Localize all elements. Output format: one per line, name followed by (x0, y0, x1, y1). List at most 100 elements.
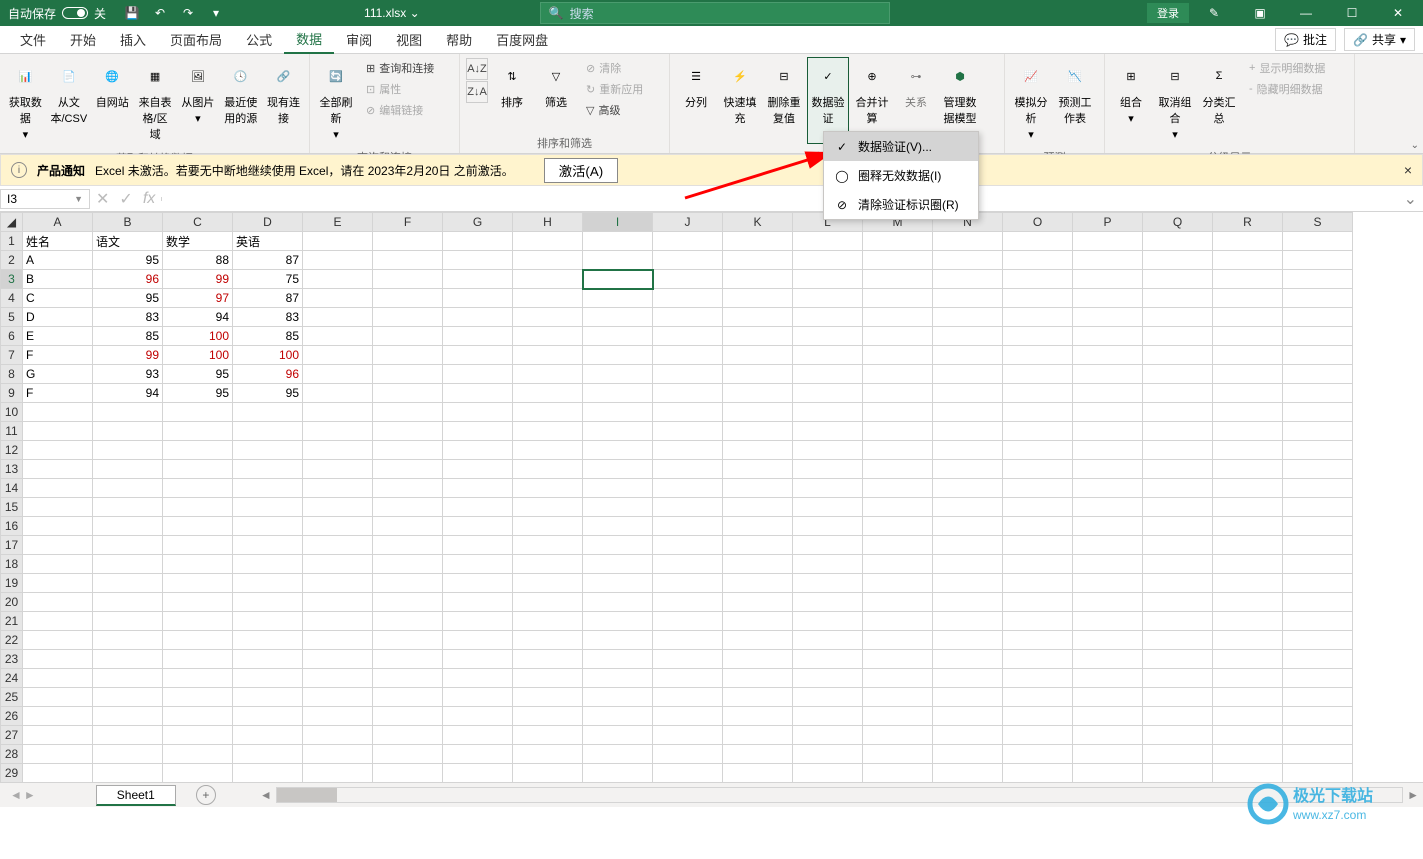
cell[interactable] (1283, 555, 1353, 574)
cell[interactable] (863, 517, 933, 536)
cell[interactable] (933, 270, 1003, 289)
cell[interactable] (93, 498, 163, 517)
column-header[interactable]: G (443, 213, 513, 232)
cell[interactable] (653, 327, 723, 346)
cell[interactable] (1283, 403, 1353, 422)
column-header[interactable]: E (303, 213, 373, 232)
cell[interactable]: 85 (93, 327, 163, 346)
cell[interactable]: 姓名 (23, 232, 93, 251)
scroll-left-icon[interactable]: ◄ (256, 788, 276, 802)
cell[interactable] (233, 536, 303, 555)
cell[interactable] (373, 517, 443, 536)
cell[interactable] (583, 612, 653, 631)
cell[interactable] (1213, 479, 1283, 498)
cell[interactable] (303, 422, 373, 441)
cell[interactable] (583, 403, 653, 422)
cell[interactable] (723, 384, 793, 403)
text-to-columns-button[interactable]: ☰分列 (676, 58, 716, 112)
cell[interactable] (1143, 745, 1213, 764)
cell[interactable] (1143, 403, 1213, 422)
cell[interactable] (653, 498, 723, 517)
cell[interactable] (443, 764, 513, 783)
cell[interactable] (933, 403, 1003, 422)
cell[interactable] (933, 365, 1003, 384)
cell[interactable] (1283, 460, 1353, 479)
cell[interactable] (863, 650, 933, 669)
cell[interactable] (1213, 745, 1283, 764)
cell[interactable] (303, 441, 373, 460)
cell[interactable] (373, 460, 443, 479)
cell[interactable] (1143, 441, 1213, 460)
cell[interactable] (1283, 650, 1353, 669)
cell[interactable] (303, 593, 373, 612)
cell[interactable] (933, 707, 1003, 726)
cell[interactable] (1143, 593, 1213, 612)
cell[interactable] (93, 555, 163, 574)
tab-insert[interactable]: 插入 (108, 26, 158, 53)
cell[interactable] (653, 726, 723, 745)
cell[interactable] (23, 726, 93, 745)
cell[interactable] (793, 555, 863, 574)
row-header[interactable]: 27 (1, 726, 23, 745)
cell[interactable] (583, 555, 653, 574)
cell[interactable]: 英语 (233, 232, 303, 251)
cell[interactable] (1073, 460, 1143, 479)
cell[interactable] (373, 726, 443, 745)
cell[interactable] (1143, 764, 1213, 783)
cell[interactable] (233, 688, 303, 707)
cell[interactable] (723, 593, 793, 612)
cell[interactable] (443, 574, 513, 593)
sort-az-button[interactable]: A↓Z (466, 58, 488, 80)
cell[interactable] (23, 460, 93, 479)
cell[interactable] (443, 650, 513, 669)
cell[interactable] (163, 612, 233, 631)
cell[interactable]: 99 (93, 346, 163, 365)
cell[interactable] (1003, 669, 1073, 688)
consolidate-button[interactable]: ⊕合并计算 (852, 58, 892, 128)
cell[interactable] (23, 479, 93, 498)
cell[interactable] (233, 574, 303, 593)
cell[interactable] (1003, 327, 1073, 346)
cell[interactable]: E (23, 327, 93, 346)
cell[interactable] (1213, 289, 1283, 308)
cell[interactable] (1073, 707, 1143, 726)
cell[interactable] (793, 232, 863, 251)
cell[interactable] (233, 479, 303, 498)
cell[interactable] (583, 232, 653, 251)
row-header[interactable]: 12 (1, 441, 23, 460)
row-header[interactable]: 5 (1, 308, 23, 327)
cell[interactable] (443, 555, 513, 574)
cell[interactable] (1283, 270, 1353, 289)
cell[interactable]: 83 (233, 308, 303, 327)
cell[interactable] (1213, 498, 1283, 517)
comments-button[interactable]: 💬批注 (1275, 28, 1336, 51)
cell[interactable] (933, 555, 1003, 574)
cell[interactable] (1073, 232, 1143, 251)
cell[interactable] (723, 707, 793, 726)
cell[interactable] (513, 346, 583, 365)
ribbon-display-icon[interactable]: ▣ (1239, 0, 1281, 26)
cell[interactable] (93, 574, 163, 593)
forecast-button[interactable]: 📉预测工作表 (1055, 58, 1095, 128)
cell[interactable]: F (23, 346, 93, 365)
recent-sources-button[interactable]: 🕓最近使用的源 (221, 58, 260, 128)
cell[interactable] (793, 365, 863, 384)
cell[interactable] (1213, 460, 1283, 479)
cell[interactable] (863, 403, 933, 422)
login-button[interactable]: 登录 (1147, 3, 1189, 23)
cell[interactable] (863, 764, 933, 783)
cell[interactable] (1213, 517, 1283, 536)
cell[interactable] (1143, 574, 1213, 593)
cell[interactable] (723, 688, 793, 707)
cell[interactable] (863, 346, 933, 365)
cell[interactable] (653, 688, 723, 707)
cell[interactable] (793, 631, 863, 650)
cell[interactable] (1073, 631, 1143, 650)
cell[interactable] (373, 555, 443, 574)
cell[interactable] (723, 669, 793, 688)
cell[interactable] (793, 270, 863, 289)
column-header[interactable]: D (233, 213, 303, 232)
cell[interactable] (1073, 555, 1143, 574)
cell[interactable] (933, 441, 1003, 460)
cell[interactable] (373, 574, 443, 593)
